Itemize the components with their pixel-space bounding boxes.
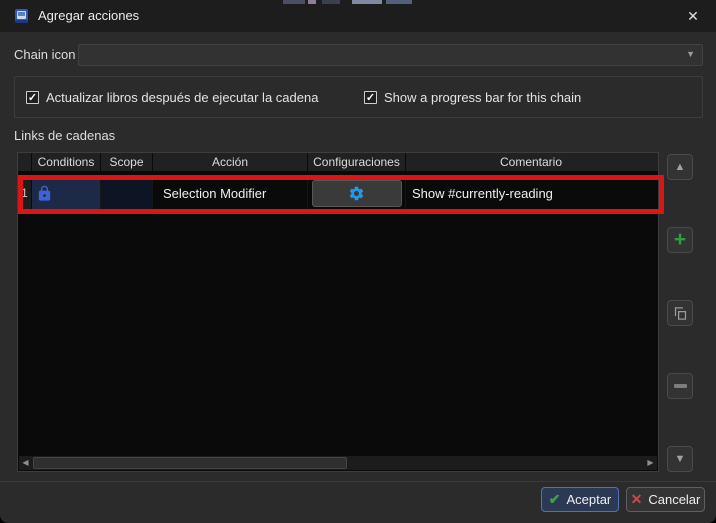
lock-icon — [38, 185, 51, 201]
move-down-button[interactable]: ▼ — [667, 446, 693, 472]
chain-editor-app-icon — [15, 9, 28, 23]
scroll-right-icon[interactable]: ▶ — [644, 456, 657, 470]
titlebar: Agregar acciones ✕ — [0, 0, 716, 32]
footer-divider — [0, 481, 716, 482]
settings-button[interactable] — [311, 180, 402, 207]
options-groupbox: ✓ Actualizar libros después de ejecutar … — [14, 76, 703, 118]
x-icon: ✕ — [630, 491, 643, 507]
gear-icon — [349, 186, 364, 201]
update-books-label: Actualizar libros después de ejecutar la… — [46, 90, 319, 105]
cancel-button-label: Cancelar — [648, 492, 701, 507]
add-actions-dialog: Agregar acciones ✕ Chain icon ▼ ✓ Actual… — [0, 0, 716, 523]
progress-bar-checkbox-row[interactable]: ✓ Show a progress bar for this chain — [364, 90, 581, 105]
scrollbar-track[interactable] — [32, 456, 644, 470]
accion-cell[interactable]: Selection Modifier — [153, 177, 308, 210]
configuraciones-cell — [308, 177, 406, 210]
accept-button[interactable]: ✔ Aceptar — [541, 487, 619, 512]
conditions-cell[interactable] — [32, 177, 101, 210]
plus-icon: + — [673, 227, 687, 251]
remove-link-button[interactable] — [667, 373, 693, 399]
move-up-button[interactable]: ▲ — [667, 154, 693, 180]
scroll-left-icon[interactable]: ◀ — [19, 456, 32, 470]
background-artifact — [0, 0, 716, 4]
column-header-scope[interactable]: Scope — [101, 153, 153, 171]
comentario-cell[interactable]: Show #currently-reading — [406, 177, 656, 210]
scrollbar-thumb[interactable] — [33, 457, 347, 469]
move-down-icon: ▼ — [674, 452, 686, 465]
scope-cell[interactable] — [101, 177, 153, 210]
add-link-button[interactable]: + — [667, 227, 693, 253]
check-icon: ✔ — [548, 491, 561, 507]
chain-links-table: Conditions Scope Acción Configuraciones … — [17, 152, 659, 472]
chain-links-section-label: Links de cadenas — [14, 128, 116, 143]
close-icon[interactable]: ✕ — [676, 0, 710, 32]
column-header-accion[interactable]: Acción — [153, 153, 308, 171]
chain-icon-label: Chain icon — [14, 47, 76, 62]
update-books-checkbox-row[interactable]: ✓ Actualizar libros después de ejecutar … — [26, 90, 318, 105]
move-up-icon: ▲ — [674, 160, 686, 173]
copy-icon — [674, 306, 686, 320]
cancel-button[interactable]: ✕ Cancelar — [626, 487, 705, 512]
column-header-configuraciones[interactable]: Configuraciones — [308, 153, 406, 171]
horizontal-scrollbar[interactable]: ◀ ▶ — [19, 456, 657, 470]
copy-link-button[interactable] — [667, 300, 693, 326]
chain-icon-select[interactable]: ▼ — [78, 44, 703, 66]
accept-button-label: Aceptar — [566, 492, 612, 507]
table-row[interactable]: 1 Selection Modifier Show #currently-rea… — [18, 177, 658, 210]
table-corner-cell — [18, 153, 32, 171]
row-number: 1 — [18, 177, 32, 210]
chevron-down-icon: ▼ — [686, 49, 695, 59]
progress-bar-checkbox[interactable]: ✓ — [364, 91, 377, 104]
update-books-checkbox[interactable]: ✓ — [26, 91, 39, 104]
progress-bar-label: Show a progress bar for this chain — [384, 90, 582, 105]
table-header-row: Conditions Scope Acción Configuraciones … — [18, 153, 658, 171]
dialog-title: Agregar acciones — [38, 8, 140, 23]
minus-icon — [673, 384, 687, 388]
column-header-comentario[interactable]: Comentario — [406, 153, 656, 171]
column-header-conditions[interactable]: Conditions — [32, 153, 101, 171]
